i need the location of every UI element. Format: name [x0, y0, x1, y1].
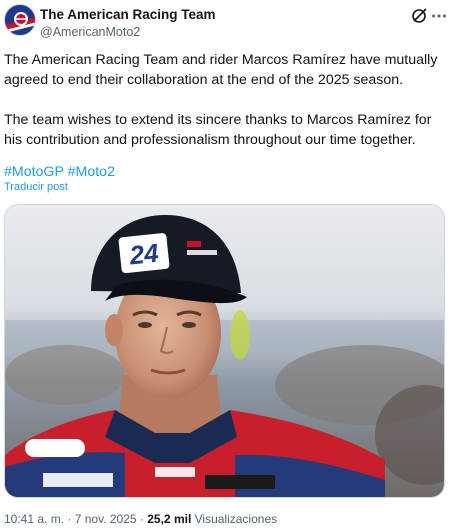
- post-photo[interactable]: 24: [4, 204, 445, 498]
- post-time[interactable]: 10:41 a. m.: [4, 512, 64, 526]
- hashtag-list: #MotoGP #Moto2: [4, 162, 115, 182]
- more-options-icon[interactable]: [430, 7, 448, 25]
- post-date[interactable]: 7 nov. 2025: [75, 512, 137, 526]
- grok-icon[interactable]: [410, 7, 428, 25]
- post-text: The American Racing Team and rider Marco…: [4, 50, 444, 150]
- american-racing-logo-icon: [5, 5, 35, 35]
- cap-number: 24: [127, 238, 160, 271]
- post-paragraph: The American Racing Team and rider Marco…: [4, 52, 438, 88]
- post-header: The American Racing Team @AmericanMoto2: [4, 4, 446, 40]
- author-avatar[interactable]: [4, 4, 36, 36]
- rider-portrait-image: 24: [5, 205, 444, 497]
- post-paragraph: The team wishes to extend its sincere th…: [4, 112, 432, 148]
- author-name[interactable]: The American Racing Team: [40, 7, 216, 22]
- author-handle[interactable]: @AmericanMoto2: [40, 25, 140, 39]
- post-meta: 10:41 a. m. · 7 nov. 2025 · 25,2 mil Vis…: [4, 512, 277, 526]
- meta-separator: ·: [139, 512, 144, 526]
- hashtag-link[interactable]: #Moto2: [68, 164, 115, 180]
- meta-separator: ·: [67, 512, 72, 526]
- views-count: 25,2 mil: [147, 512, 192, 526]
- hashtag-link[interactable]: #MotoGP: [4, 164, 64, 180]
- translate-post-link[interactable]: Traducir post: [4, 181, 68, 193]
- views-label: Visualizaciones: [194, 512, 278, 526]
